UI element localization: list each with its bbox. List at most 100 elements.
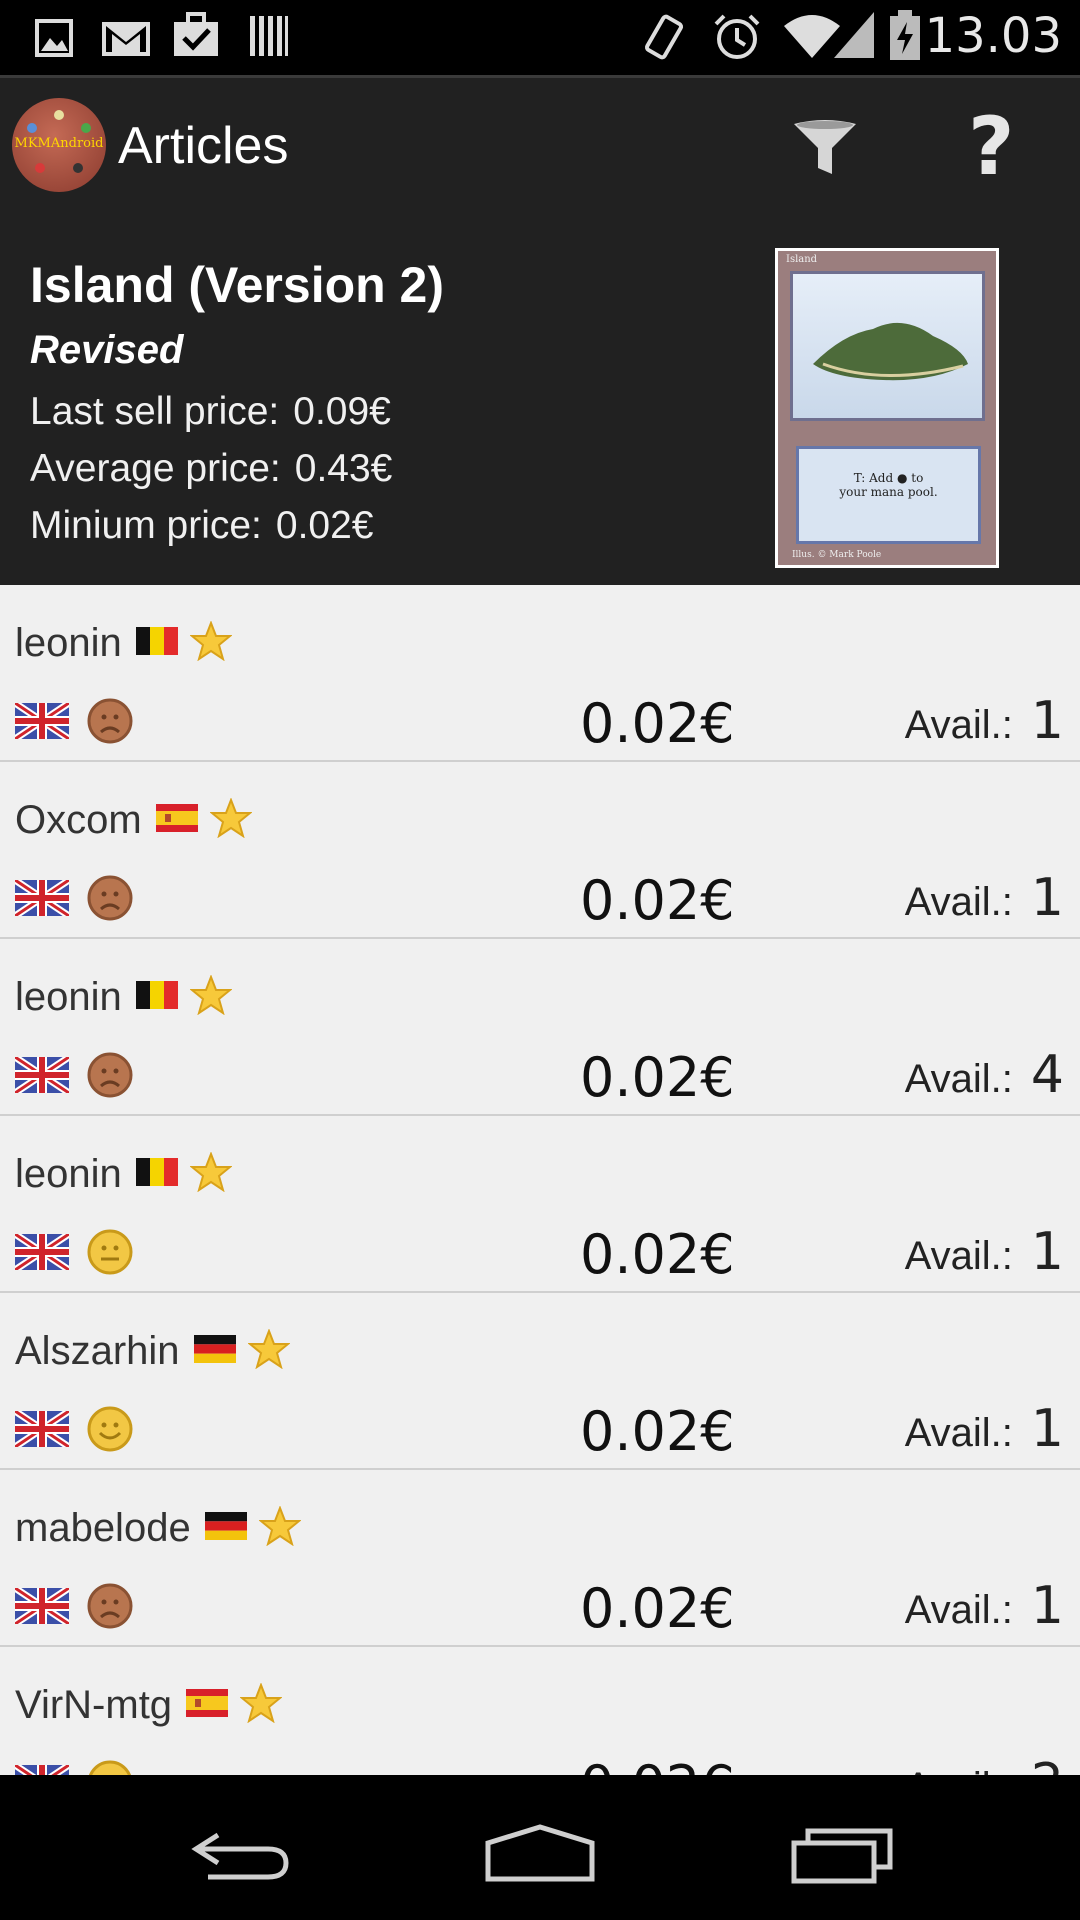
article-price: 0.02€ bbox=[580, 1754, 735, 1775]
avail-count: 1 bbox=[1030, 1576, 1064, 1636]
recent-apps-icon[interactable] bbox=[790, 1823, 896, 1885]
card-illustrator: Illus. © Mark Poole bbox=[792, 550, 882, 560]
avail-label: Avail.: bbox=[904, 703, 1013, 747]
help-button[interactable]: ? bbox=[968, 100, 1014, 193]
minimum-label: Minium price: bbox=[30, 504, 262, 547]
rating-happy-icon bbox=[87, 1406, 133, 1452]
avail-label: Avail.: bbox=[904, 1588, 1013, 1632]
navigation-bar bbox=[0, 1775, 1080, 1920]
article-row[interactable]: Alszarhin 0.02€ Avail.: 1 bbox=[0, 1293, 1080, 1470]
article-row[interactable]: mabelode 0.02€ Avail.: 1 bbox=[0, 1470, 1080, 1647]
card-rules-line-2: your mana pool. bbox=[839, 485, 938, 499]
avail-count: 2 bbox=[1031, 1753, 1064, 1775]
star-icon bbox=[240, 1683, 283, 1724]
star-icon bbox=[189, 1152, 232, 1193]
page-title: Articles bbox=[118, 117, 289, 175]
card-image-title: Island bbox=[786, 254, 818, 265]
article-row[interactable]: leonin 0.02€ Avail.: 1 bbox=[0, 585, 1080, 762]
language-flag-icon bbox=[15, 1588, 69, 1624]
country-flag-icon bbox=[155, 804, 198, 833]
seller-info: leonin bbox=[15, 1152, 232, 1197]
seller-info: VirN-mtg bbox=[15, 1683, 283, 1728]
rotate-icon bbox=[644, 14, 684, 60]
card-header: Island (Version 2) Revised Last sell pri… bbox=[0, 218, 1080, 585]
avail-label: Avail.: bbox=[905, 1765, 1013, 1775]
avail-count: 1 bbox=[1030, 1399, 1064, 1459]
country-flag-icon bbox=[204, 1512, 247, 1541]
card-rules-text: T: Add ● to your mana pool. bbox=[796, 446, 981, 544]
country-flag-icon bbox=[135, 981, 178, 1010]
availability: Avail.: 1 bbox=[905, 868, 1064, 928]
article-row[interactable]: leonin 0.02€ Avail.: 4 bbox=[0, 939, 1080, 1116]
minimum-price: Minium price: 0.02€ bbox=[30, 504, 374, 548]
task-icon bbox=[174, 12, 218, 56]
country-flag-icon bbox=[135, 627, 178, 656]
article-price: 0.02€ bbox=[580, 869, 735, 932]
article-row[interactable]: VirN-mtg 0.02€ Avail.: 2 bbox=[0, 1647, 1080, 1775]
star-icon bbox=[189, 621, 232, 662]
last-sell-label: Last sell price: bbox=[30, 390, 280, 433]
card-name: Island (Version 2) bbox=[30, 257, 445, 313]
action-bar: MKMAndroid Articles ? bbox=[0, 75, 1080, 218]
country-flag-icon bbox=[193, 1335, 236, 1364]
status-time: 13.03 bbox=[924, 8, 1062, 64]
seller-info: Alszarhin bbox=[15, 1329, 290, 1374]
availability: Avail.: 1 bbox=[905, 1399, 1064, 1459]
seller-name: Alszarhin bbox=[15, 1329, 180, 1373]
availability: Avail.: 4 bbox=[905, 1045, 1064, 1105]
battery-icon bbox=[890, 10, 920, 60]
availability: Avail.: 1 bbox=[905, 691, 1064, 751]
minimum-value: 0.02€ bbox=[275, 504, 374, 547]
article-row[interactable]: Oxcom 0.02€ Avail.: 1 bbox=[0, 762, 1080, 939]
language-flag-icon bbox=[15, 1234, 69, 1270]
seller-info: mabelode bbox=[15, 1506, 301, 1551]
card-edition: Revised bbox=[30, 328, 184, 372]
availability: Avail.: 1 bbox=[905, 1576, 1064, 1636]
article-price: 0.02€ bbox=[580, 1223, 735, 1286]
article-row[interactable]: leonin 0.02€ Avail.: 1 bbox=[0, 1116, 1080, 1293]
seller-name: VirN-mtg bbox=[15, 1683, 173, 1727]
card-art bbox=[790, 271, 985, 421]
star-icon bbox=[258, 1506, 301, 1547]
language-flag-icon bbox=[15, 1765, 69, 1775]
status-bar: 13.03 bbox=[0, 0, 1080, 75]
country-flag-icon bbox=[135, 1158, 178, 1187]
seller-name: mabelode bbox=[15, 1506, 191, 1550]
avail-label: Avail.: bbox=[904, 1234, 1013, 1278]
star-icon bbox=[209, 798, 252, 839]
seller-info: leonin bbox=[15, 975, 232, 1020]
average-value: 0.43€ bbox=[294, 447, 393, 490]
rating-neutral-icon bbox=[87, 1229, 133, 1275]
app-logo[interactable]: MKMAndroid bbox=[12, 98, 106, 192]
seller-info: Oxcom bbox=[15, 798, 252, 843]
language-flag-icon bbox=[15, 880, 69, 916]
avail-count: 4 bbox=[1030, 1045, 1064, 1105]
rating-sad-icon bbox=[87, 875, 133, 921]
avail-label: Avail.: bbox=[904, 1411, 1013, 1455]
star-icon bbox=[247, 1329, 290, 1370]
seller-name: leonin bbox=[15, 621, 122, 665]
barcode-icon bbox=[250, 16, 288, 56]
article-list[interactable]: leonin 0.02€ Avail.: 1 Oxcom 0.02€ Avail.: 1 leo… bbox=[0, 585, 1080, 1775]
logo-text: MKMAndroid bbox=[14, 136, 104, 151]
availability: Avail.: 2 bbox=[905, 1753, 1064, 1775]
avail-count: 1 bbox=[1030, 868, 1064, 928]
signal-icon bbox=[834, 12, 874, 58]
avail-count: 1 bbox=[1030, 691, 1064, 751]
article-price: 0.02€ bbox=[580, 1400, 735, 1463]
island-art bbox=[813, 322, 968, 381]
card-image[interactable]: Island T: Add ● to your mana pool. Illus… bbox=[775, 248, 999, 568]
seller-info: leonin bbox=[15, 621, 232, 666]
last-sell-price: Last sell price: 0.09€ bbox=[30, 390, 391, 434]
avail-label: Avail.: bbox=[904, 1057, 1013, 1101]
back-icon[interactable] bbox=[188, 1827, 292, 1883]
home-icon[interactable] bbox=[484, 1823, 596, 1883]
average-price: Average price: 0.43€ bbox=[30, 447, 392, 491]
avail-label: Avail.: bbox=[904, 880, 1013, 924]
filter-icon[interactable] bbox=[790, 118, 860, 178]
rating-sad-icon bbox=[87, 1052, 133, 1098]
article-price: 0.02€ bbox=[580, 1046, 735, 1109]
seller-name: Oxcom bbox=[15, 798, 142, 842]
rating-sad-icon bbox=[87, 1583, 133, 1629]
language-flag-icon bbox=[15, 1411, 69, 1447]
